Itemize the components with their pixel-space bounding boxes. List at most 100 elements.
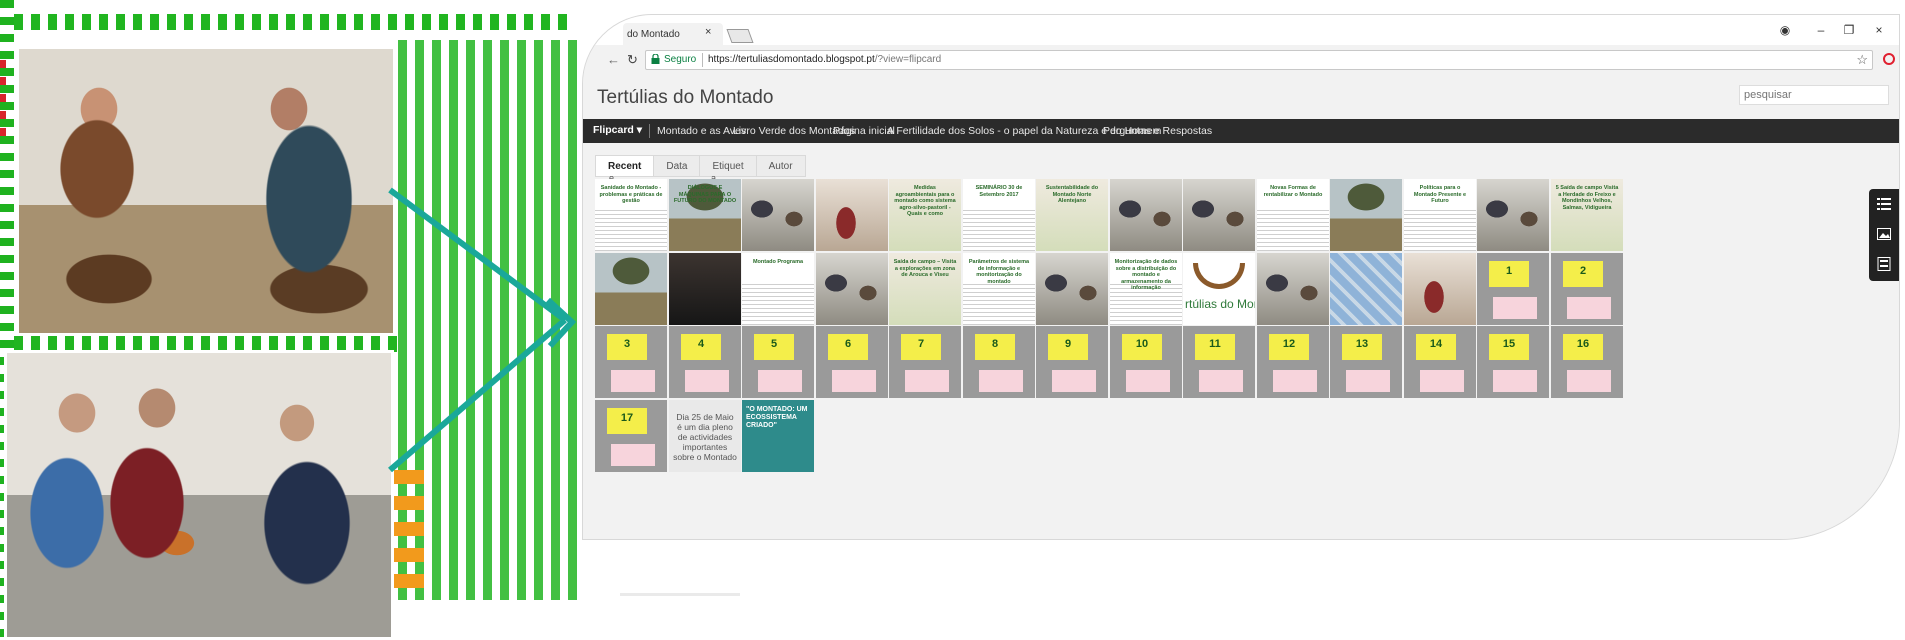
info-icon[interactable] (1877, 257, 1891, 271)
opera-extension-icon[interactable] (1883, 53, 1895, 65)
post-tile[interactable]: 7 (889, 326, 961, 398)
green-dash-top (14, 14, 574, 30)
post-tile[interactable] (1257, 253, 1329, 325)
post-it-number: 15 (1502, 338, 1516, 350)
post-tile[interactable]: 12 (1257, 326, 1329, 398)
post-tile[interactable]: 15 (1477, 326, 1549, 398)
post-it-number: 2 (1579, 265, 1587, 277)
post-tile[interactable]: Dia 25 de Maio é um dia pleno de activid… (669, 400, 741, 472)
account-icon[interactable]: ◉ (1775, 23, 1795, 37)
post-thumbnail-title: 5 Saída de campo Visita a Herdade do Fre… (1555, 185, 1619, 211)
post-tile[interactable] (1404, 253, 1476, 325)
list-icon[interactable] (1877, 197, 1891, 211)
post-thumbnail-title: Sustentabilidade do Montado Norte Alente… (1045, 185, 1099, 204)
post-tile[interactable] (816, 179, 888, 251)
post-tile[interactable] (1477, 179, 1549, 251)
post-it-number: 1 (1505, 265, 1513, 277)
post-tile[interactable]: 10 (1110, 326, 1182, 398)
post-tile[interactable]: 2 (1551, 253, 1623, 325)
post-tile[interactable]: Parâmetros de sistema de informação e mo… (963, 253, 1035, 325)
menu-divider (649, 124, 650, 138)
post-thumbnail-title: Políticas para o Montado Presente e Futu… (1413, 185, 1467, 204)
post-tile[interactable]: Montado Programa (742, 253, 814, 325)
post-tile[interactable]: 4 (669, 326, 741, 398)
post-snippet: Dia 25 de Maio é um dia pleno de activid… (673, 412, 737, 462)
post-tile[interactable]: Sustentabilidade do Montado Norte Alente… (1036, 179, 1108, 251)
logo-text: rtúlias do Montado (1185, 297, 1255, 311)
post-tile[interactable]: 13 (1330, 326, 1402, 398)
post-it-number: 9 (1064, 338, 1072, 350)
post-thumbnail-title: Parâmetros de sistema de informação e mo… (968, 259, 1030, 285)
post-tile[interactable]: 14 (1404, 326, 1476, 398)
post-it-number: 12 (1282, 338, 1296, 350)
post-it-number: 17 (620, 412, 634, 424)
post-tile[interactable]: 1 (1477, 253, 1549, 325)
post-tile[interactable]: Novas Formas de rentabilizar o Montado (1257, 179, 1329, 251)
post-tile[interactable]: 16 (1551, 326, 1623, 398)
collage-stage: do Montado × ◉ – ❐ × ← ↻ Seguro https://… (0, 0, 1905, 640)
post-tile[interactable] (742, 179, 814, 251)
post-tile[interactable]: 8 (963, 326, 1035, 398)
tab-etiqueta[interactable]: Etiquet (699, 155, 757, 177)
browser-window: do Montado × ◉ – ❐ × ← ↻ Seguro https://… (582, 14, 1900, 540)
search-input[interactable] (1739, 85, 1889, 105)
post-tile[interactable]: rtúlias do Montado (1183, 253, 1255, 325)
reload-icon[interactable]: ↻ (627, 52, 638, 68)
browser-toolbar: ← ↻ Seguro https://tertuliasdomontado.bl… (583, 45, 1899, 75)
post-tile[interactable] (1110, 179, 1182, 251)
menu-link-perguntas[interactable]: Perguntas e Respostas (1103, 125, 1212, 137)
url-host: https://tertuliasdomontado.blogspot.pt (708, 54, 875, 65)
post-tile[interactable] (595, 253, 667, 325)
post-tile[interactable]: Sanidade do Montado - problemas e prátic… (595, 179, 667, 251)
post-tile[interactable]: 6 (816, 326, 888, 398)
lock-icon (651, 54, 660, 64)
post-tile[interactable]: Medidas agroambientais para o montado co… (889, 179, 961, 251)
post-thumbnail-title: Montado Programa (752, 259, 804, 265)
post-tile[interactable]: Políticas para o Montado Presente e Futu… (1404, 179, 1476, 251)
post-thumbnail-title: "O MONTADO: UM ECOSSISTEMA CRIADO" (746, 406, 808, 429)
post-tile[interactable]: 9 (1036, 326, 1108, 398)
post-tile[interactable]: 5 Saída de campo Visita a Herdade do Fre… (1551, 179, 1623, 251)
restore-button[interactable]: ❐ (1839, 23, 1859, 37)
post-tile[interactable] (816, 253, 888, 325)
tab-data[interactable]: Data (653, 155, 701, 177)
tab-close-icon[interactable]: × (705, 26, 711, 38)
bottom-scroll-indicator (620, 593, 740, 596)
post-tile[interactable] (1330, 179, 1402, 251)
post-tile[interactable]: 3 (595, 326, 667, 398)
minimize-button[interactable]: – (1811, 23, 1831, 37)
post-it-number: 10 (1135, 338, 1149, 350)
tab-autor[interactable]: Autor (755, 155, 806, 177)
bookmark-star-icon[interactable]: ☆ (1856, 52, 1868, 68)
post-it-number: 13 (1355, 338, 1369, 350)
blog-title[interactable]: Tertúlias do Montado (597, 87, 773, 109)
post-tile[interactable] (669, 253, 741, 325)
post-thumbnail-title: Novas Formas de rentabilizar o Montado (1263, 185, 1323, 198)
post-it-number: 16 (1576, 338, 1590, 350)
tab-title: do Montado (627, 29, 680, 40)
view-selector-dropdown[interactable]: Flipcard ▾ (593, 124, 642, 136)
post-tile[interactable] (1036, 253, 1108, 325)
post-tile[interactable]: 17 (595, 400, 667, 472)
post-tile[interactable]: SEMINÁRIO 30 de Setembro 2017 (963, 179, 1035, 251)
post-thumbnail-title: Saída de campo – Visita a explorações em… (893, 259, 957, 278)
post-it-number: 8 (991, 338, 999, 350)
post-tile[interactable] (1330, 253, 1402, 325)
image-icon[interactable] (1877, 227, 1891, 241)
back-arrow-icon[interactable]: ← (607, 52, 620, 67)
post-tile[interactable]: 11 (1183, 326, 1255, 398)
post-tile[interactable]: DIÁLOGOS E MÁQUINAS PARA O FUTURO DO MON… (669, 179, 741, 251)
menu-link-pagina-inicial[interactable]: Página inicial (833, 125, 895, 137)
post-tile[interactable]: Saída de campo – Visita a explorações em… (889, 253, 961, 325)
post-thumbnail-title: Monitorização de dados sobre a distribui… (1114, 259, 1178, 291)
post-it-number: 7 (917, 338, 925, 350)
post-thumbnail-title: Medidas agroambientais para o montado co… (894, 185, 956, 217)
post-tile[interactable] (1183, 179, 1255, 251)
address-bar[interactable]: Seguro https://tertuliasdomontado.blogsp… (645, 50, 1873, 70)
new-tab-button[interactable] (726, 29, 754, 43)
close-window-button[interactable]: × (1869, 23, 1889, 37)
post-tile[interactable]: "O MONTADO: UM ECOSSISTEMA CRIADO" (742, 400, 814, 472)
post-tile[interactable]: Monitorização de dados sobre a distribui… (1110, 253, 1182, 325)
tab-recent[interactable]: Recent (595, 155, 655, 177)
post-tile[interactable]: 5 (742, 326, 814, 398)
